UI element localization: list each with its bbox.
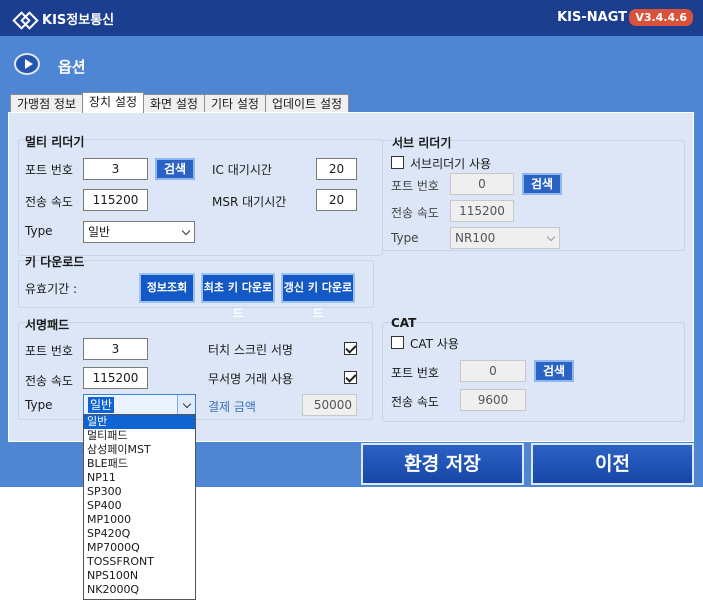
option-nk2000q[interactable]: NK2000Q [84,583,195,597]
app-name: KIS-NAGT [557,10,627,25]
cat-speed-input[interactable]: 9600 [460,389,526,411]
cat-speed-label: 전송 속도 [391,395,439,409]
brand-name: KIS정보통신 [42,13,115,28]
chevron-down-icon [546,232,556,242]
tab-screen-settings[interactable]: 화면 설정 [143,94,205,113]
info-lookup-button[interactable]: 정보조회 [139,273,195,303]
option-tossfront[interactable]: TOSSFRONT [84,555,195,569]
option-sp420q[interactable]: SP420Q [84,527,195,541]
sub-speed-label: 전송 속도 [391,206,439,220]
ic-wait-label: IC 대기시간 [212,163,272,177]
type-dropdown-list: 일반 멀티패드 삼성페이MST BLE패드 NP11 SP300 SP400 M… [83,414,196,600]
valid-period-label: 유효기간 : [25,282,78,296]
cat-search-button[interactable]: 검색 [534,360,574,382]
diamond-logo-icon [14,12,36,26]
multi-type-label: Type [25,224,53,238]
tab-bar: 가맹점 정보 장치 설정 화면 설정 기타 설정 업데이트 설정 [10,92,350,113]
option-ble-pad[interactable]: BLE패드 [84,457,195,471]
pad-speed-label: 전송 속도 [25,374,73,388]
cat-port-input[interactable]: 0 [460,360,526,382]
amount-input[interactable]: 50000 [302,394,357,416]
key-download-title: 키 다운로드 [25,255,85,269]
sub-type-label: Type [391,231,419,245]
tab-other-settings[interactable]: 기타 설정 [203,94,266,113]
pad-type-value: 일반 [88,397,115,413]
cat-port-label: 포트 번호 [391,366,439,380]
save-settings-button[interactable]: 환경 저장 [361,443,524,485]
sub-reader-title: 서브 리더기 [392,136,452,150]
play-circle-icon [14,53,40,75]
sub-type-select[interactable]: NR100 [450,227,560,249]
touch-sign-label: 터치 스크린 서명 [208,343,293,357]
multi-speed-input[interactable]: 115200 [83,189,148,211]
multi-type-value: 일반 [88,225,111,239]
cat-use-label: CAT 사용 [410,337,459,351]
pad-port-input[interactable]: 3 [83,338,148,360]
tab-device-settings[interactable]: 장치 설정 [82,92,144,113]
device-settings-panel: 멀티 리더기 포트 번호 3 검색 IC 대기시간 20 전송 속도 11520… [8,112,694,442]
first-key-download-button[interactable]: 최초 키 다운로드 [201,273,275,320]
tab-update-settings[interactable]: 업데이트 설정 [264,94,350,113]
multi-speed-label: 전송 속도 [25,195,73,209]
sub-port-input[interactable]: 0 [450,173,514,195]
sub-reader-use-label: 서브리더기 사용 [410,157,492,171]
option-sp400[interactable]: SP400 [84,499,195,513]
sub-port-label: 포트 번호 [391,179,439,193]
renew-key-download-button[interactable]: 갱신 키 다운로드 [281,273,355,320]
option-sp300[interactable]: SP300 [84,485,195,499]
sub-reader-use-checkbox[interactable] [391,156,404,169]
multi-port-label: 포트 번호 [25,163,73,177]
chevron-down-icon [181,226,191,236]
msr-wait-input[interactable]: 20 [316,189,357,211]
sign-pad-title: 서명패드 [25,318,70,332]
tab-merchant-info[interactable]: 가맹점 정보 [10,94,84,113]
version-badge: V3.4.4.6 [629,9,693,26]
page-title: 옵션 [58,58,86,76]
unsigned-tx-label: 무서명 거래 사용 [208,372,293,386]
option-normal[interactable]: 일반 [84,415,195,429]
sub-speed-input[interactable]: 115200 [450,200,514,222]
ic-wait-input[interactable]: 20 [316,158,357,180]
brand-logo: KIS정보통신 [14,9,114,28]
cat-title: CAT [391,316,417,330]
pad-type-select[interactable]: 일반 [83,394,196,416]
title-bar: KIS정보통신 KIS-NAGT V3.4.4.6 [0,0,703,36]
sub-type-value: NR100 [455,231,496,245]
multi-type-select[interactable]: 일반 [83,221,195,243]
previous-button[interactable]: 이전 [531,443,694,485]
page-header: 옵션 [0,36,703,92]
cat-use-checkbox[interactable] [391,336,404,349]
multi-reader-title: 멀티 리더기 [25,135,85,149]
option-mp7000q[interactable]: MP7000Q [84,541,195,555]
unsigned-tx-checkbox[interactable] [344,371,357,384]
amount-label: 결제 금액 [208,400,256,414]
multi-port-input[interactable]: 3 [83,158,148,180]
multi-search-button[interactable]: 검색 [155,158,195,180]
pad-type-label: Type [25,398,53,412]
touch-sign-checkbox[interactable] [344,342,357,355]
option-np11[interactable]: NP11 [84,471,195,485]
option-nps100n[interactable]: NPS100N [84,569,195,583]
sub-search-button[interactable]: 검색 [522,173,562,195]
pad-speed-input[interactable]: 115200 [83,367,148,389]
pad-port-label: 포트 번호 [25,344,73,358]
option-multipad[interactable]: 멀티패드 [84,429,195,443]
option-mp1000[interactable]: MP1000 [84,513,195,527]
option-samsungpay-mst[interactable]: 삼성페이MST [84,443,195,457]
msr-wait-label: MSR 대기시간 [212,195,287,209]
